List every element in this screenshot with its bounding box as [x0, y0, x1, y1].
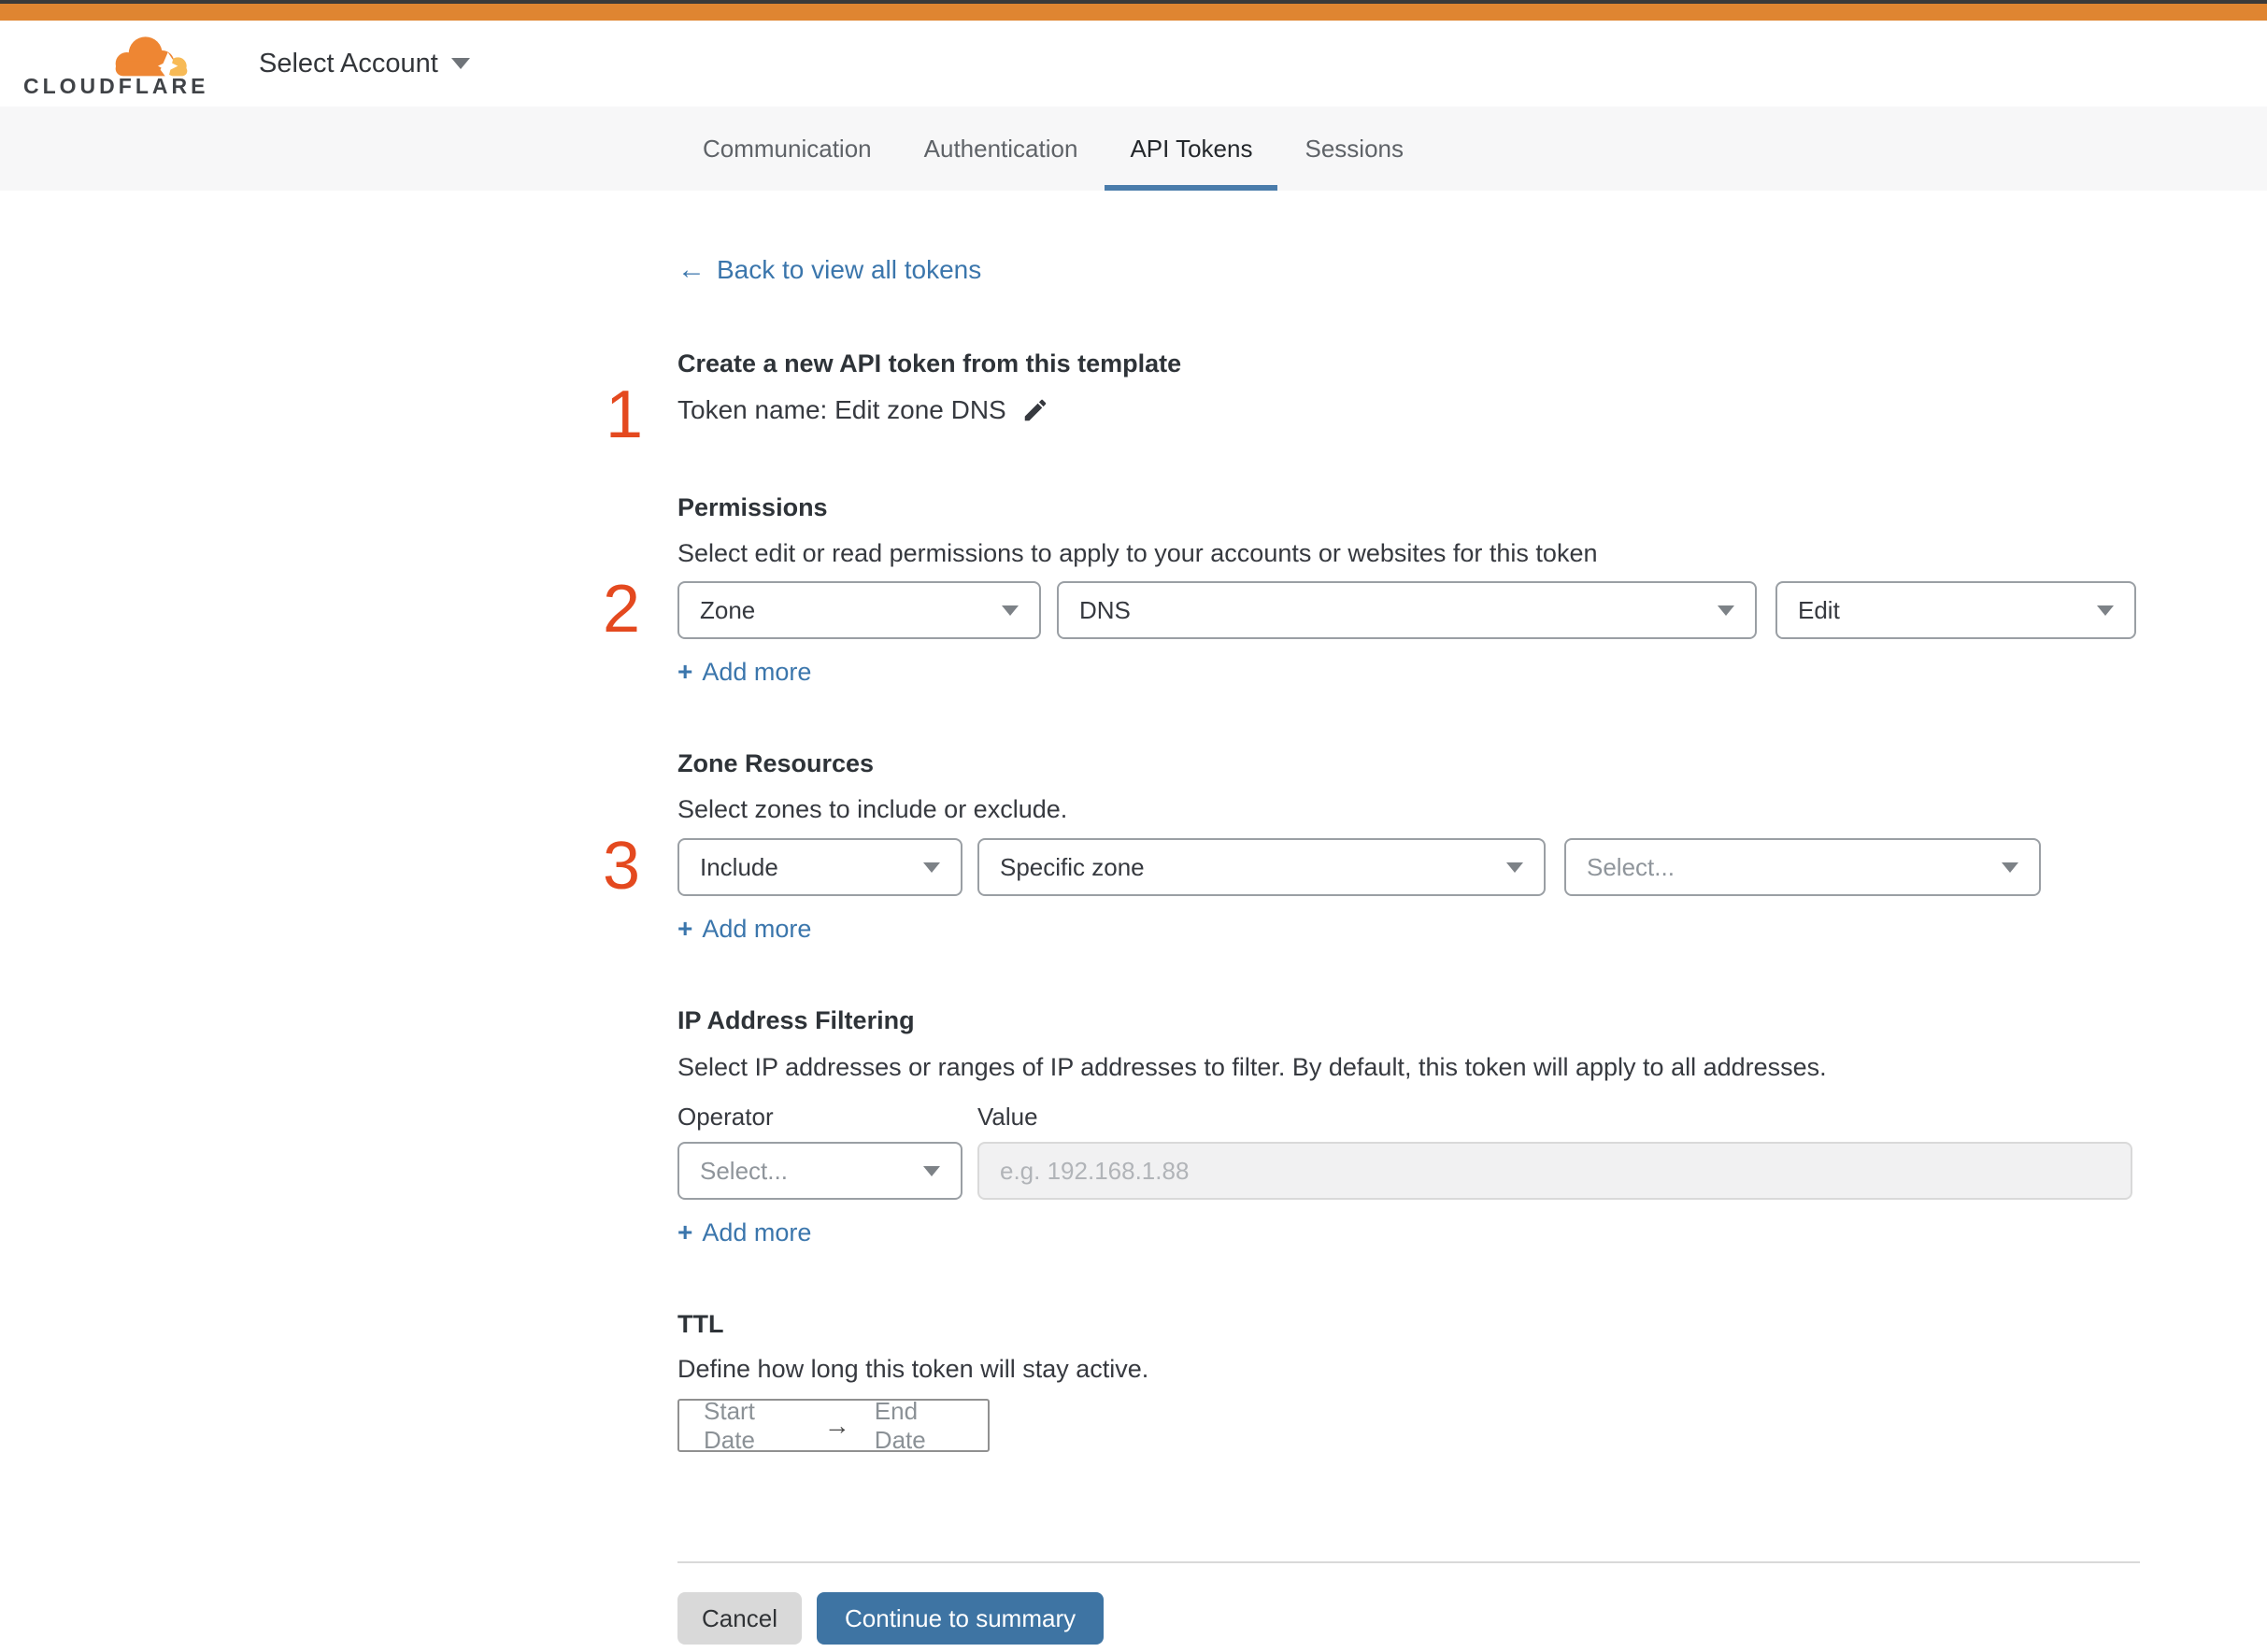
cloudflare-api-token-page: CLOUDFLARE Select Account Communication …: [0, 0, 2267, 1652]
account-selector[interactable]: Select Account: [259, 21, 470, 107]
ip-value-input: [977, 1142, 2132, 1200]
chevron-down-icon: [1002, 605, 1019, 616]
value-label: Value: [977, 1103, 1038, 1131]
end-date-placeholder: End Date: [874, 1396, 926, 1454]
tab-label: Authentication: [923, 134, 1078, 163]
add-more-label: Add more: [702, 915, 812, 943]
chevron-down-icon: [1718, 605, 1734, 616]
page-title: Create a new API token from this templat…: [677, 349, 1182, 377]
tab-bar: Communication Authentication API Tokens …: [0, 107, 2267, 191]
zone-picker-select[interactable]: Select...: [1564, 838, 2041, 896]
arrow-right-icon: →: [823, 1410, 850, 1440]
ip-filtering-heading: IP Address Filtering: [677, 1006, 915, 1034]
token-name-label: Token name: Edit zone DNS: [677, 395, 1006, 424]
select-value: Zone: [700, 595, 756, 624]
permission-access-select[interactable]: Edit: [1775, 581, 2136, 639]
back-arrow-icon: ←: [677, 254, 706, 285]
chevron-down-icon: [2097, 605, 2114, 616]
ttl-heading: TTL: [677, 1310, 724, 1338]
token-template-form: ← Back to view all tokens 1 Create a new…: [0, 191, 2267, 1652]
top-accent-bar: [0, 4, 2267, 21]
plus-icon: +: [677, 657, 693, 686]
start-date-placeholder: Start Date: [704, 1396, 755, 1454]
select-value: Select...: [1587, 852, 1675, 881]
account-selector-label: Select Account: [259, 48, 438, 78]
add-more-label: Add more: [702, 658, 812, 686]
step-number-3: 3: [603, 829, 641, 904]
zone-type-select[interactable]: Specific zone: [977, 838, 1546, 896]
chevron-down-icon: [450, 58, 470, 69]
tab-list: Communication Authentication API Tokens …: [677, 107, 1429, 191]
cancel-button[interactable]: Cancel: [677, 1592, 802, 1645]
continue-button-label: Continue to summary: [845, 1603, 1076, 1632]
tab-label: Communication: [703, 134, 872, 163]
select-value: Specific zone: [1000, 852, 1145, 881]
ip-filtering-description: Select IP addresses or ranges of IP addr…: [677, 1053, 1827, 1081]
step-number-1: 1: [606, 377, 644, 452]
back-to-tokens-link[interactable]: ← Back to view all tokens: [677, 254, 981, 286]
select-value: Select...: [700, 1156, 788, 1185]
add-more-label: Add more: [702, 1218, 812, 1246]
ip-filtering-add-more-link[interactable]: + Add more: [677, 1218, 811, 1247]
ttl-date-range-picker[interactable]: Start Date → End Date: [677, 1396, 990, 1454]
chevron-down-icon: [923, 862, 940, 873]
plus-icon: +: [677, 1218, 693, 1246]
logo-wordmark: CLOUDFLARE: [23, 74, 209, 98]
zone-resources-add-more-link[interactable]: + Add more: [677, 914, 811, 944]
select-value: DNS: [1079, 595, 1131, 624]
chevron-down-icon: [1506, 862, 1523, 873]
tab-sessions[interactable]: Sessions: [1279, 107, 1429, 191]
zone-resources-description: Select zones to include or exclude.: [677, 795, 1068, 823]
tab-label: Sessions: [1305, 134, 1404, 163]
footer-divider: [677, 1561, 2140, 1563]
edit-pencil-icon[interactable]: [1021, 396, 1049, 424]
step-number-2: 2: [603, 572, 641, 647]
plus-icon: +: [677, 914, 693, 943]
permissions-heading: Permissions: [677, 493, 828, 521]
select-value: Edit: [1798, 595, 1840, 624]
cancel-button-label: Cancel: [702, 1603, 777, 1632]
operator-label: Operator: [677, 1103, 774, 1131]
zone-resources-heading: Zone Resources: [677, 749, 875, 777]
zone-include-select[interactable]: Include: [677, 838, 962, 896]
cloudflare-logo[interactable]: CLOUDFLARE: [23, 24, 205, 105]
chevron-down-icon: [2002, 862, 2018, 873]
permission-resource-select[interactable]: DNS: [1057, 581, 1757, 639]
permissions-add-more-link[interactable]: + Add more: [677, 657, 811, 687]
tab-communication[interactable]: Communication: [677, 107, 897, 191]
token-name-row: Token name: Edit zone DNS: [677, 395, 1049, 425]
header: CLOUDFLARE Select Account: [0, 21, 2267, 107]
tab-label: API Tokens: [1130, 134, 1253, 163]
tab-authentication[interactable]: Authentication: [899, 107, 1104, 191]
tab-api-tokens[interactable]: API Tokens: [1105, 107, 1278, 191]
chevron-down-icon: [923, 1165, 940, 1176]
ttl-description: Define how long this token will stay act…: [677, 1355, 1149, 1383]
permissions-description: Select edit or read permissions to apply…: [677, 539, 1598, 567]
ip-operator-select[interactable]: Select...: [677, 1142, 962, 1200]
permission-scope-select[interactable]: Zone: [677, 581, 1041, 639]
continue-to-summary-button[interactable]: Continue to summary: [817, 1592, 1105, 1645]
back-link-label: Back to view all tokens: [717, 255, 982, 284]
select-value: Include: [700, 852, 778, 881]
